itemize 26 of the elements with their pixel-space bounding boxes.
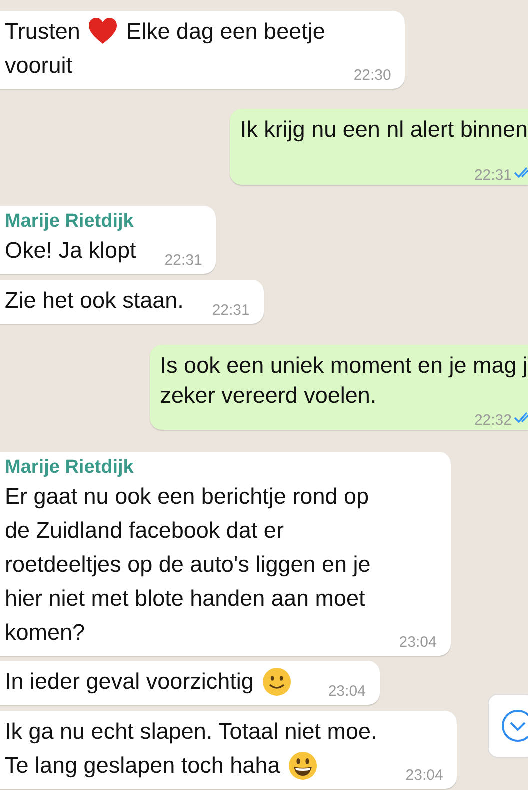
- message-text: Ik krijg nu een nl alert binnen: [240, 116, 528, 144]
- message-text: Te lang geslapen toch haha: [5, 752, 280, 780]
- message-time: 22:31: [474, 167, 512, 184]
- message-text: Trusten: [5, 18, 80, 46]
- chevron-down-icon: [501, 709, 528, 743]
- message-time: 23:04: [328, 682, 366, 702]
- message-text: Oke! Ja klopt: [5, 237, 136, 265]
- message-text: Zie het ook staan.: [5, 287, 184, 315]
- message-text: Er gaat nu ook een berichtje rond op de Zuidland facebook dat er roetdeeltjes op de auto's liggen en je hier niet met blote handen aan moet komen?: [5, 483, 371, 647]
- sender-name: Marije Rietdijk: [5, 456, 134, 480]
- message-time: 22:31: [212, 301, 250, 321]
- grinning-emoji-icon: [288, 751, 318, 781]
- message-time: 23:04: [399, 633, 437, 653]
- heart-emoji-icon: [88, 17, 118, 45]
- smiley-emoji-icon: [262, 667, 292, 697]
- message-time: 23:04: [406, 766, 444, 786]
- message-text: Ik ga nu echt slapen. Totaal niet moe.: [5, 718, 378, 746]
- sender-name: Marije Rietdijk: [5, 210, 134, 234]
- message-text: vooruit: [5, 52, 73, 80]
- message-text: Elke dag een beetje: [126, 18, 326, 46]
- message-time: 22:30: [354, 66, 392, 86]
- scroll-down-button[interactable]: [488, 694, 528, 758]
- message-time: 22:31: [164, 251, 202, 271]
- message-text: In ieder geval voorzichtig: [5, 668, 254, 696]
- message-text: Is ook een uniek moment en je mag j zeker vereerd voelen.: [160, 352, 528, 410]
- message-time: 22:32: [474, 412, 512, 429]
